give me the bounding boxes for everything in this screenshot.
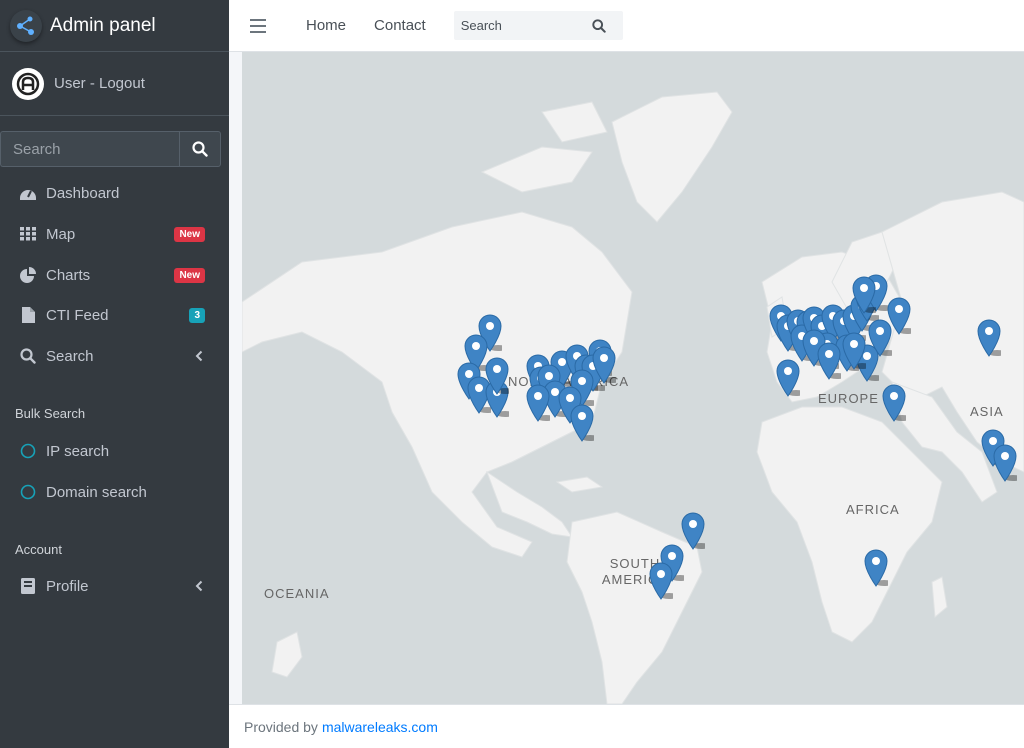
sidebar-item-ip-search[interactable]: IP search bbox=[0, 432, 229, 470]
circle-icon bbox=[18, 482, 38, 502]
sidebar-item-domain-search[interactable]: Domain search bbox=[0, 473, 229, 511]
sidebar-search-input[interactable] bbox=[0, 131, 179, 167]
map-label-asia: ASIA bbox=[970, 404, 1004, 419]
search-icon bbox=[192, 141, 208, 157]
map-marker-icon[interactable] bbox=[977, 319, 1001, 357]
top-search bbox=[453, 11, 623, 40]
map-marker-icon[interactable] bbox=[526, 384, 550, 422]
map-marker-icon[interactable] bbox=[817, 342, 841, 380]
map-marker-icon[interactable] bbox=[882, 384, 906, 422]
file-icon bbox=[18, 305, 38, 325]
menu-toggle-icon[interactable] bbox=[250, 18, 266, 33]
search-icon[interactable] bbox=[592, 18, 606, 33]
sidebar-item-label: IP search bbox=[46, 442, 110, 460]
sidebar-item-label: Search bbox=[46, 347, 94, 365]
sidebar-item-cti-feed[interactable]: CTI Feed 3 bbox=[0, 296, 229, 334]
sidebar-item-label: Charts bbox=[46, 266, 91, 284]
sidebar-search-button[interactable] bbox=[179, 131, 221, 167]
footer-link[interactable]: malwareleaks.com bbox=[322, 719, 438, 735]
sidebar-item-label: Profile bbox=[46, 577, 89, 595]
book-icon bbox=[18, 576, 38, 596]
brand-title: Admin panel bbox=[50, 14, 156, 36]
new-badge: New bbox=[174, 267, 205, 283]
top-navbar: Home Contact bbox=[229, 0, 1024, 52]
map-marker-icon[interactable] bbox=[842, 332, 866, 370]
map-base bbox=[242, 91, 1024, 704]
footer-prefix: Provided by bbox=[244, 718, 318, 735]
sidebar-search bbox=[0, 131, 221, 167]
sidebar-item-label: Domain search bbox=[46, 483, 147, 501]
map-marker-icon[interactable] bbox=[681, 512, 705, 550]
dashboard-icon bbox=[18, 183, 38, 203]
sidebar-item-profile[interactable]: Profile bbox=[0, 567, 229, 605]
chevron-left-icon bbox=[191, 580, 207, 592]
logout-link[interactable]: User - Logout bbox=[54, 75, 145, 92]
map-marker-icon[interactable] bbox=[864, 549, 888, 587]
sidebar-item-label: Dashboard bbox=[46, 184, 120, 202]
content-gutter bbox=[229, 52, 242, 704]
sidebar-item-charts[interactable]: Charts New bbox=[0, 256, 229, 294]
map-marker-icon[interactable] bbox=[852, 276, 876, 314]
search-icon bbox=[18, 346, 38, 366]
map-marker-icon[interactable] bbox=[649, 562, 673, 600]
sidebar-item-label: CTI Feed bbox=[46, 306, 109, 324]
map-marker-icon[interactable] bbox=[485, 357, 509, 395]
footer: Provided by malwareleaks.com bbox=[229, 704, 1024, 748]
map-marker-icon[interactable] bbox=[570, 404, 594, 442]
map-marker-icon[interactable] bbox=[993, 444, 1017, 482]
map-marker-icon[interactable] bbox=[592, 346, 616, 384]
new-badge: New bbox=[174, 226, 205, 242]
chevron-left-icon bbox=[191, 350, 207, 362]
user-panel[interactable]: User - Logout bbox=[0, 52, 229, 116]
circle-icon bbox=[18, 441, 38, 461]
top-search-input[interactable] bbox=[453, 17, 592, 34]
grid-icon bbox=[18, 224, 38, 244]
world-map[interactable]: NORTH AMERICA EUROPE ASIA AFRICA SOUTH A… bbox=[242, 52, 1024, 704]
nav-link-home[interactable]: Home bbox=[306, 17, 346, 34]
account-header: Account bbox=[15, 542, 62, 557]
user-avatar-icon bbox=[12, 67, 44, 100]
sidebar-item-dashboard[interactable]: Dashboard bbox=[0, 174, 229, 212]
sidebar-item-map[interactable]: Map New bbox=[0, 215, 229, 253]
map-label-oceania: OCEANIA bbox=[264, 586, 330, 601]
map-marker-icon[interactable] bbox=[887, 297, 911, 335]
count-badge: 3 bbox=[189, 307, 205, 323]
map-marker-icon[interactable] bbox=[776, 359, 800, 397]
map-label-africa: AFRICA bbox=[846, 502, 900, 517]
bulk-search-header: Bulk Search bbox=[15, 406, 86, 421]
brand-logo-icon bbox=[10, 9, 42, 42]
sidebar: Admin panel User - Logout Dashboard bbox=[0, 0, 229, 748]
sidebar-item-search[interactable]: Search bbox=[0, 337, 229, 375]
brand-link[interactable]: Admin panel bbox=[0, 0, 229, 52]
sidebar-item-label: Map bbox=[46, 225, 76, 243]
map-label-europe: EUROPE bbox=[818, 391, 879, 406]
nav-link-contact[interactable]: Contact bbox=[374, 17, 426, 34]
pie-chart-icon bbox=[18, 265, 38, 285]
